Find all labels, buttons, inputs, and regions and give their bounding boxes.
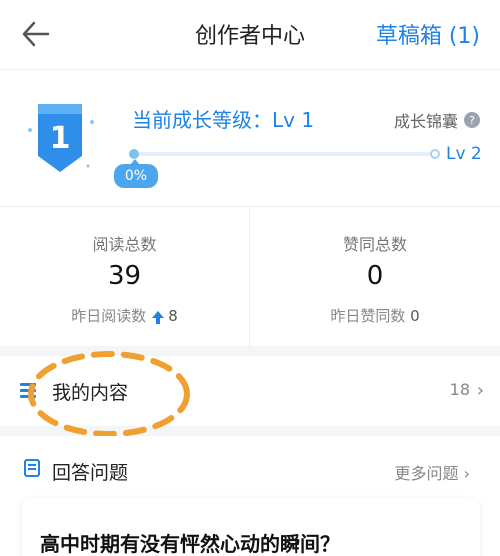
stats-panel: 阅读总数 39 昨日阅读数 8 赞同总数 0 昨日赞同数 0 xyxy=(0,206,500,347)
reads-stat[interactable]: 阅读总数 39 昨日阅读数 8 xyxy=(0,207,250,347)
up-arrow-icon xyxy=(152,311,165,324)
likes-stat[interactable]: 赞同总数 0 昨日赞同数 0 xyxy=(250,207,500,347)
reads-value: 39 xyxy=(107,261,142,291)
chevron-right-icon: › xyxy=(463,464,470,483)
growth-tips-label: 成长锦囊 xyxy=(393,112,458,131)
answer-questions-section: 回答问题 更多问题 › 高中时期有没有怦然心动的瞬间？ xyxy=(0,436,500,556)
reads-yesterday-label: 昨日阅读数 xyxy=(71,307,147,325)
my-content-count: 18 xyxy=(449,380,470,399)
likes-yesterday-value: 0 xyxy=(410,307,420,325)
likes-label: 赞同总数 xyxy=(342,235,407,254)
progress-percent-badge: 0% xyxy=(114,159,158,188)
current-level-label: 当前成长等级：Lv 1 xyxy=(132,108,315,132)
likes-yesterday: 昨日赞同数 0 xyxy=(250,305,500,326)
chevron-right-icon: › xyxy=(476,380,484,401)
top-bar: 创作者中心 草稿箱 (1) xyxy=(0,0,500,70)
highlight-circle-annotation xyxy=(28,351,190,437)
answer-questions-label: 回答问题 xyxy=(52,462,129,484)
level-badge-icon: 1 xyxy=(28,104,94,172)
reads-yesterday: 昨日阅读数 8 xyxy=(0,305,249,326)
level-card: 1 当前成长等级：Lv 1 成长锦囊 ? Lv 2 0% xyxy=(0,70,500,206)
badge-number: 1 xyxy=(50,121,71,156)
likes-value: 0 xyxy=(366,261,384,291)
reads-yesterday-value: 8 xyxy=(168,307,178,325)
next-level-label: Lv 2 xyxy=(446,144,482,164)
drafts-button[interactable]: 草稿箱 (1) xyxy=(376,18,480,50)
help-icon: ? xyxy=(464,112,480,128)
question-title: 高中时期有没有怦然心动的瞬间？ xyxy=(40,532,340,556)
question-card[interactable]: 高中时期有没有怦然心动的瞬间？ xyxy=(22,498,480,556)
question-doc-icon xyxy=(24,459,40,477)
more-questions-label: 更多问题 xyxy=(394,464,459,483)
likes-yesterday-label: 昨日赞同数 xyxy=(330,307,406,325)
progress-end-dot xyxy=(430,149,440,159)
growth-tips-link[interactable]: 成长锦囊 ? xyxy=(394,108,480,132)
progress-start-dot xyxy=(129,149,139,159)
reads-label: 阅读总数 xyxy=(92,235,157,254)
more-questions-link[interactable]: 更多问题 › xyxy=(394,460,470,484)
progress-track xyxy=(134,152,436,156)
